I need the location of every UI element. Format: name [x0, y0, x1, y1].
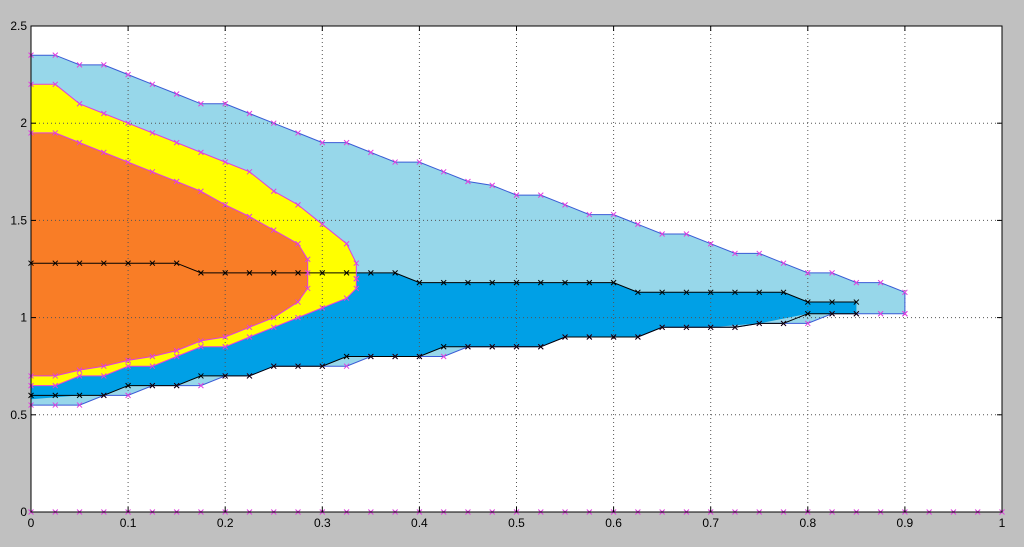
x-tick-label: 0.7 [702, 516, 719, 530]
y-tick-label: 1.5 [10, 213, 27, 227]
y-tick-label: 2.5 [10, 19, 27, 33]
x-tick-label: 0.8 [799, 516, 816, 530]
y-tick-label: 1 [20, 311, 27, 325]
x-tick-label: 0.9 [897, 516, 914, 530]
x-tick-label: 0.2 [217, 516, 234, 530]
x-tick-label: 0.6 [605, 516, 622, 530]
y-tick-label: 2 [20, 116, 27, 130]
x-tick-label: 0 [28, 516, 35, 530]
x-tick-label: 1 [999, 516, 1006, 530]
plot-figure: 0 0.1 0.2 0.3 0.4 0.5 0.6 0.7 0.8 0.9 1 0 0.5 1 1.5 2 2… [0, 0, 1024, 547]
x-tick-label: 0.4 [411, 516, 428, 530]
x-tick-label: 0.5 [508, 516, 525, 530]
y-tick-label: 0 [20, 505, 27, 519]
y-tick-label: 0.5 [10, 408, 27, 422]
x-tick-label: 0.3 [314, 516, 331, 530]
x-tick-label: 0.1 [120, 516, 137, 530]
